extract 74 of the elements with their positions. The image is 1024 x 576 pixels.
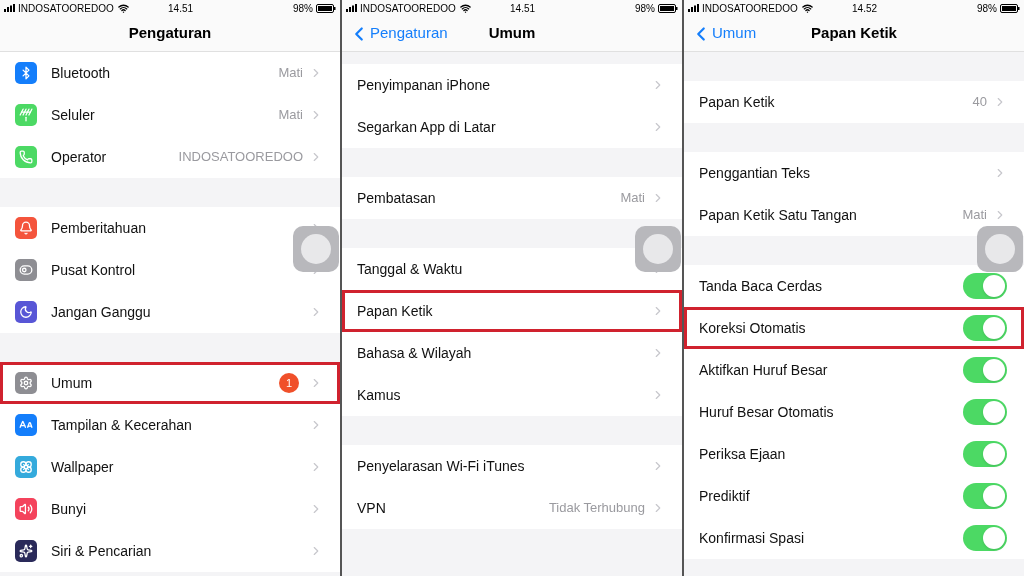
row-label: Kamus [357, 385, 401, 405]
row-label: Bluetooth [51, 63, 111, 83]
row-label: Tanda Baca Cerdas [699, 276, 822, 296]
toggle-switch[interactable] [963, 525, 1007, 551]
row-label: Wallpaper [51, 457, 114, 477]
row-label: Tampilan & Kecerahan [51, 415, 192, 435]
row-value: 40 [972, 93, 987, 112]
status-time: 14.51 [509, 1, 537, 16]
row-label: Periksa Ejaan [699, 444, 786, 464]
row-label: Papan Ketik [699, 92, 775, 112]
toggle-switch[interactable] [963, 315, 1007, 341]
carrier-name: INDOSATOOREDOO [18, 1, 114, 16]
row-label: VPN [357, 498, 386, 518]
row-label: Umum [51, 373, 93, 393]
settings-row[interactable]: Papan Ketik [342, 290, 682, 332]
row-label: Koreksi Otomatis [699, 318, 806, 338]
signal-icon [346, 4, 358, 12]
signal-icon [688, 4, 700, 12]
battery-percent: 98% [977, 1, 997, 16]
row-label: Huruf Besar Otomatis [699, 402, 834, 422]
wifi-icon [459, 2, 471, 14]
row-label: Pembatasan [357, 188, 436, 208]
status-time: 14.51 [167, 1, 195, 16]
row-label: Papan Ketik Satu Tangan [699, 205, 857, 225]
screen-title: Umum [488, 23, 536, 44]
row-value: INDOSATOOREDOO [178, 148, 303, 167]
screen-title: Pengaturan [128, 23, 212, 44]
toggle-switch[interactable] [963, 483, 1007, 509]
toggle-switch[interactable] [963, 399, 1007, 425]
row-label: Pusat Kontrol [51, 260, 136, 280]
toggle-switch[interactable] [963, 357, 1007, 383]
row-label: Operator [51, 147, 107, 167]
battery-icon [1000, 3, 1020, 13]
toggle-switch[interactable] [963, 273, 1007, 299]
row-value: Mati [620, 189, 645, 208]
battery-percent: 98% [635, 1, 655, 16]
row-label: Segarkan App di Latar [357, 117, 496, 137]
row-label: Penyelarasan Wi-Fi iTunes [357, 456, 525, 476]
row-label: Jangan Ganggu [51, 302, 151, 322]
row-label: Pemberitahuan [51, 218, 146, 238]
floating-button[interactable] [293, 226, 339, 272]
screen-title: Papan Ketik [811, 23, 897, 44]
row-value: Mati [278, 106, 303, 125]
row-label: Siri & Pencarian [51, 541, 152, 561]
wifi-icon [801, 2, 813, 14]
row-value: Mati [278, 64, 303, 83]
back-button[interactable]: Umum [690, 16, 757, 51]
carrier-name: INDOSATOOREDOO [360, 1, 456, 16]
carrier-name: INDOSATOOREDOO [702, 1, 798, 16]
row-label: Papan Ketik [357, 301, 433, 321]
signal-icon [4, 4, 16, 12]
row-value: Mati [962, 206, 987, 225]
battery-percent: 98% [293, 1, 313, 16]
back-button[interactable]: Pengaturan [348, 16, 448, 51]
notification-badge: 1 [279, 373, 299, 393]
floating-button[interactable] [635, 226, 681, 272]
row-label: Aktifkan Huruf Besar [699, 360, 828, 380]
row-label: Bahasa & Wilayah [357, 343, 472, 363]
battery-icon [316, 3, 336, 13]
toggle-switch[interactable] [963, 441, 1007, 467]
row-label: Penggantian Teks [699, 163, 811, 183]
row-label: Seluler [51, 105, 95, 125]
row-label: Prediktif [699, 486, 750, 506]
settings-row[interactable]: Koreksi Otomatis [684, 307, 1024, 349]
row-label: Bunyi [51, 499, 87, 519]
row-value: Tidak Terhubung [548, 499, 645, 518]
row-label: Konfirmasi Spasi [699, 528, 805, 548]
wifi-icon [117, 2, 129, 14]
status-time: 14.52 [851, 1, 879, 16]
row-label: Tanggal & Waktu [357, 259, 463, 279]
settings-row[interactable]: Umum 1 [0, 362, 340, 404]
floating-button[interactable] [977, 226, 1023, 272]
row-label: Penyimpanan iPhone [357, 75, 491, 95]
battery-icon [658, 3, 678, 13]
